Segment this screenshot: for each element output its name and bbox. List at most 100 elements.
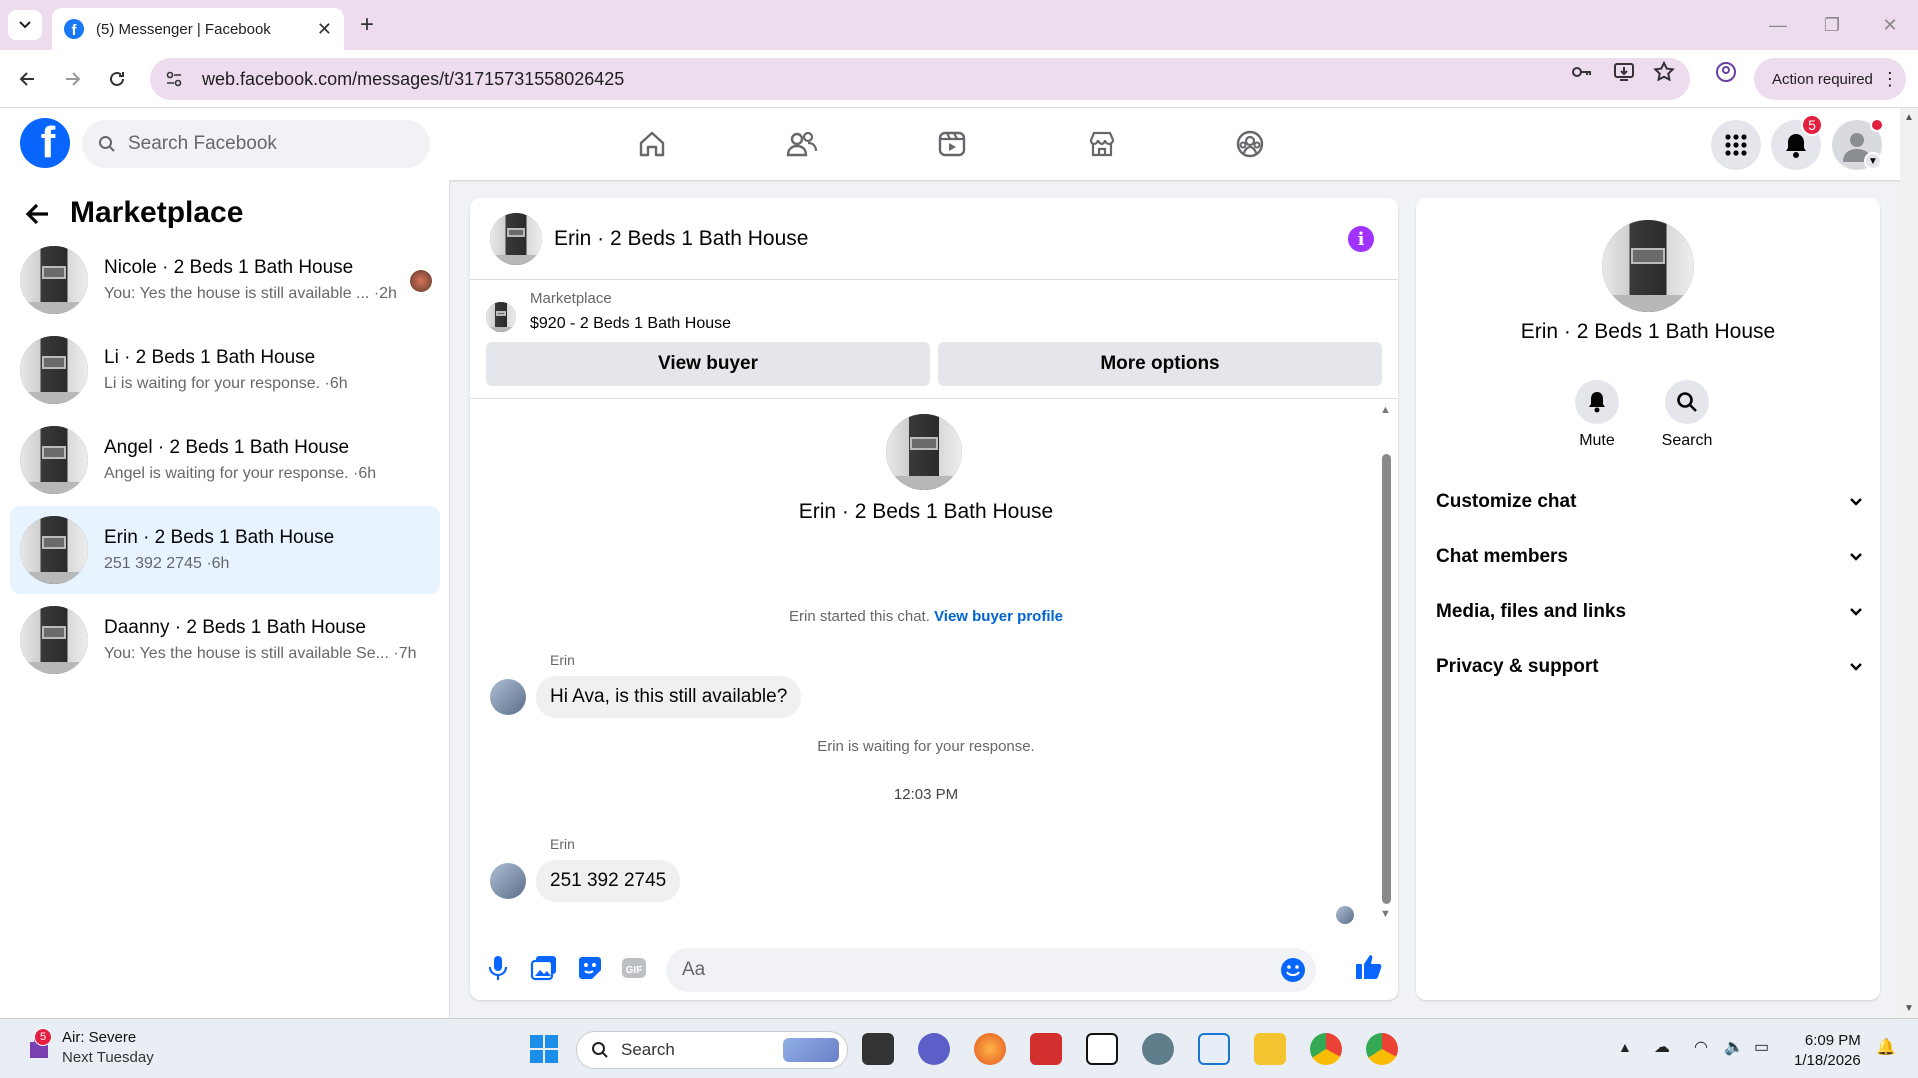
message-bubble[interactable]: 251 392 2745 [536, 860, 681, 902]
mute-label: Mute [1579, 432, 1615, 449]
sticker-icon[interactable] [576, 954, 604, 982]
facebook-logo[interactable]: f [20, 118, 70, 168]
chat-scrollbar[interactable]: ▲ ▼ [1378, 404, 1394, 920]
chrome-icon[interactable] [1310, 1033, 1342, 1065]
scroll-up-arrow-icon[interactable]: ▲ [1904, 112, 1914, 123]
weather-icon: 5 [26, 1027, 52, 1062]
listing-thumbnail[interactable] [486, 302, 516, 332]
new-tab-button[interactable]: + [352, 10, 382, 40]
info-icon[interactable]: i [1348, 226, 1374, 252]
windows-start-icon[interactable] [528, 1033, 560, 1065]
notifications-button[interactable]: 5 [1771, 114, 1823, 170]
task-view-icon[interactable] [862, 1033, 894, 1065]
conversation-item-active[interactable]: Erin · 2 Beds 1 Bath House 251 392 2745 ·… [10, 506, 440, 594]
chevron-down-icon [18, 18, 32, 32]
firefox-icon[interactable] [974, 1033, 1006, 1065]
weather-badge: 5 [34, 1027, 52, 1046]
password-key-icon[interactable] [1570, 60, 1594, 84]
back-button[interactable] [12, 64, 42, 94]
notification-badge: 5 [1801, 114, 1823, 136]
browser-tab-messenger[interactable]: f (5) Messenger | Facebook ✕ [52, 8, 344, 50]
friends-icon[interactable] [782, 124, 822, 164]
message-input[interactable]: Aa [666, 948, 1316, 992]
conversation-item[interactable]: Angel · 2 Beds 1 Bath House Angel is wait… [10, 416, 440, 504]
menu-grid-button[interactable] [1711, 120, 1761, 170]
address-bar[interactable]: web.facebook.com/messages/t/317157315580… [150, 58, 1690, 100]
center-avatar[interactable] [886, 414, 962, 490]
chat-title[interactable]: Erin · 2 Beds 1 Bath House [554, 227, 808, 251]
settings-gear-icon[interactable] [1142, 1033, 1174, 1065]
chrome-profile-icon[interactable] [1366, 1033, 1398, 1065]
site-info-icon[interactable] [164, 69, 184, 89]
message-row: 251 392 2745 [490, 860, 681, 902]
clock[interactable]: 6:09 PM 1/18/2026 [1794, 1031, 1861, 1071]
tab-title: (5) Messenger | Facebook [96, 20, 271, 38]
conversation-item[interactable]: Li · 2 Beds 1 Bath House Li is waiting fo… [10, 326, 440, 414]
photo-icon[interactable] [530, 954, 558, 982]
profile-icon[interactable] [1714, 60, 1738, 84]
media-files-links-section[interactable]: Media, files and links [1436, 590, 1864, 634]
emoji-icon[interactable] [1280, 957, 1306, 983]
wifi-icon[interactable]: ◠ [1694, 1037, 1708, 1057]
facebook-favicon-icon: f [64, 19, 84, 39]
thumbs-up-icon[interactable] [1354, 952, 1382, 980]
conversation-item[interactable]: Nicole · 2 Beds 1 Bath House You: Yes the… [10, 236, 440, 324]
tab-close-icon[interactable]: ✕ [317, 19, 332, 40]
tab-search-dropdown[interactable] [8, 10, 42, 40]
video-icon[interactable] [932, 124, 972, 164]
grid-icon [1725, 134, 1747, 156]
forward-button[interactable] [58, 64, 88, 94]
action-required-button[interactable]: Action required ⋮ [1754, 58, 1906, 100]
search-conversation-button[interactable]: Search [1642, 380, 1732, 450]
chat-members-section[interactable]: Chat members [1436, 535, 1864, 579]
sender-avatar[interactable] [490, 863, 526, 899]
facebook-search-input[interactable]: Search Facebook [82, 120, 430, 168]
groups-icon[interactable] [1230, 124, 1270, 164]
microphone-icon[interactable] [486, 954, 514, 982]
bookmark-star-icon[interactable] [1652, 60, 1676, 84]
scroll-down-arrow-icon[interactable]: ▼ [1380, 908, 1391, 920]
wps-office-icon[interactable] [1030, 1033, 1062, 1065]
message-bubble[interactable]: Hi Ava, is this still available? [536, 676, 802, 718]
weather-widget[interactable]: 5 Air: Severe Next Tuesday [26, 1027, 154, 1066]
info-avatar[interactable] [1602, 220, 1694, 312]
notification-bell-icon[interactable]: 🔔 [1876, 1037, 1896, 1057]
tray-chevron-up-icon[interactable]: ▲ [1618, 1039, 1632, 1055]
listing-title[interactable]: $920 - 2 Beds 1 Bath House [530, 315, 731, 333]
more-options-button[interactable]: More options [938, 342, 1382, 386]
scroll-up-arrow-icon[interactable]: ▲ [1380, 404, 1391, 416]
capcut-icon[interactable] [1086, 1033, 1118, 1065]
teams-chat-icon[interactable] [918, 1033, 950, 1065]
close-window-button[interactable]: ✕ [1870, 10, 1910, 40]
back-arrow-icon[interactable] [22, 198, 58, 234]
scroll-down-arrow-icon[interactable]: ▼ [1904, 1003, 1914, 1014]
weather-subtitle: Next Tuesday [62, 1049, 154, 1066]
account-avatar-button[interactable]: ▼ [1832, 118, 1884, 170]
restore-button[interactable]: ❐ [1812, 10, 1852, 40]
chat-avatar[interactable] [490, 212, 542, 265]
reload-button[interactable] [102, 64, 132, 94]
taskbar-search[interactable]: Search [576, 1031, 848, 1069]
view-buyer-profile-link[interactable]: View buyer profile [934, 608, 1063, 625]
onedrive-off-icon[interactable]: ☁ [1654, 1037, 1670, 1057]
snipping-tool-icon[interactable] [1198, 1033, 1230, 1065]
battery-icon[interactable]: ▭ [1754, 1037, 1769, 1057]
mute-button[interactable]: Mute [1552, 380, 1642, 450]
home-icon[interactable] [632, 124, 672, 164]
browser-toolbar: web.facebook.com/messages/t/317157315580… [0, 50, 1918, 108]
scroll-thumb[interactable] [1382, 454, 1391, 904]
privacy-support-section[interactable]: Privacy & support [1436, 645, 1864, 689]
file-explorer-icon[interactable] [1254, 1033, 1286, 1065]
sender-avatar[interactable] [490, 679, 526, 715]
chevron-down-icon [1848, 549, 1864, 565]
view-buyer-button[interactable]: View buyer [486, 342, 930, 386]
kebab-menu-icon[interactable]: ⋮ [1881, 69, 1899, 90]
marketplace-icon[interactable] [1082, 124, 1122, 164]
customize-chat-section[interactable]: Customize chat [1436, 480, 1864, 524]
volume-icon[interactable]: 🔈 [1724, 1037, 1744, 1057]
install-app-icon[interactable] [1612, 60, 1636, 84]
gif-icon[interactable]: GIF [620, 954, 648, 982]
page-scrollbar[interactable]: ▲ ▼ [1900, 108, 1918, 1018]
conversation-item[interactable]: Daanny · 2 Beds 1 Bath House You: Yes the… [10, 596, 440, 684]
minimize-button[interactable]: — [1758, 10, 1798, 40]
